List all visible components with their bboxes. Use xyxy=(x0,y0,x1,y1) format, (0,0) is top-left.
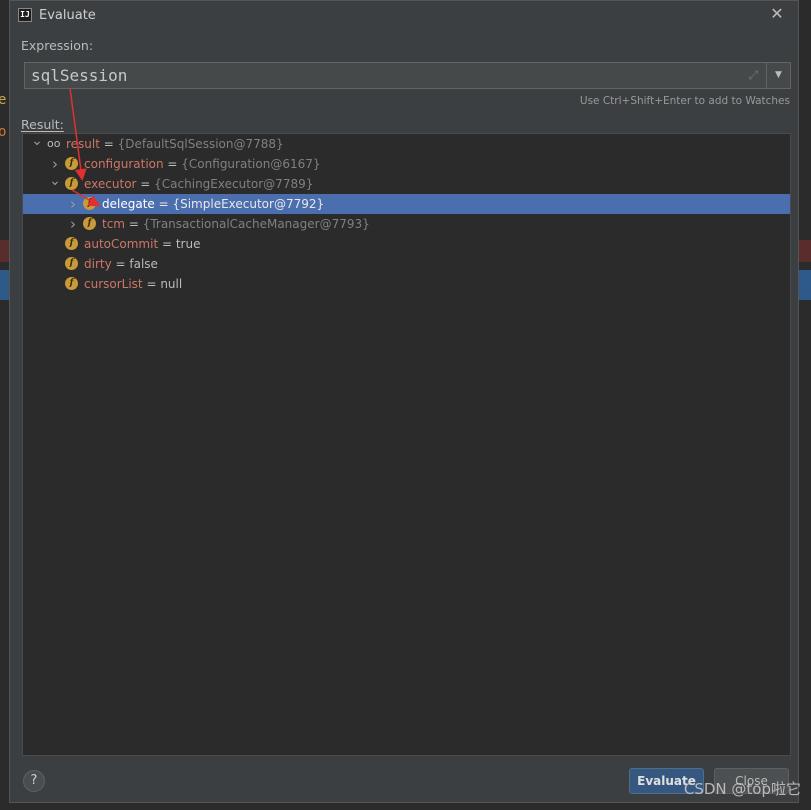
result-tree[interactable]: ⌄ oo result = {DefaultSqlSession@7788} › f co… xyxy=(22,133,791,756)
tree-row-text: executor = {CachingExecutor@7789} xyxy=(84,174,313,194)
field-name: executor xyxy=(84,177,137,191)
chevron-down-icon[interactable]: ⌄ xyxy=(49,174,61,194)
chevron-right-icon[interactable]: › xyxy=(49,154,61,174)
result-label-text: esult: xyxy=(29,117,64,132)
field-value: {CachingExecutor@7789} xyxy=(154,177,314,191)
tree-row-text: result = {DefaultSqlSession@7788} xyxy=(66,134,284,154)
history-dropdown-button[interactable]: ▼ xyxy=(766,62,791,89)
tree-row-executor[interactable]: ⌄ f executor = {CachingExecutor@7789} xyxy=(23,174,790,194)
tree-row-text: autoCommit = true xyxy=(84,234,200,254)
chevron-right-icon[interactable]: › xyxy=(67,214,79,234)
result-label: Result: xyxy=(21,117,64,132)
tree-row-delegate[interactable]: › f delegate = {SimpleExecutor@7792} xyxy=(23,194,790,214)
equals-sign: = xyxy=(99,137,118,151)
watches-hint: Use Ctrl+Shift+Enter to add to Watches xyxy=(579,95,790,107)
field-name: cursorList xyxy=(84,277,143,291)
dialog-title: Evaluate xyxy=(39,8,96,23)
bg-selection xyxy=(799,270,811,300)
close-icon[interactable]: ✕ xyxy=(768,5,786,23)
tree-row-text: configuration = {Configuration@6167} xyxy=(84,154,321,174)
expression-value[interactable]: sqlSession xyxy=(31,66,127,85)
tree-row-text: delegate = {SimpleExecutor@7792} xyxy=(102,194,324,214)
expression-label: Expression: xyxy=(21,38,94,53)
title-bar[interactable]: IJ Evaluate ✕ xyxy=(10,1,798,31)
tree-row-text: dirty = false xyxy=(84,254,158,274)
bg-glyph: o xyxy=(0,124,7,140)
field-value: {DefaultSqlSession@7788} xyxy=(117,137,284,151)
watch-glasses-icon: oo xyxy=(47,137,61,150)
equals-sign: = xyxy=(136,177,155,191)
field-icon: f xyxy=(65,277,78,290)
field-value: {SimpleExecutor@7792} xyxy=(172,197,325,211)
field-value: {TransactionalCacheManager@7793} xyxy=(142,217,370,231)
field-name: autoCommit xyxy=(84,237,159,251)
tree-row-text: tcm = {TransactionalCacheManager@7793} xyxy=(102,214,370,234)
field-name: configuration xyxy=(84,157,164,171)
result-label-mnemonic: R xyxy=(21,117,30,132)
equals-sign: = xyxy=(163,157,182,171)
expression-input[interactable]: sqlSession ⤢ xyxy=(24,62,767,89)
tree-row-text: cursorList = null xyxy=(84,274,182,294)
tree-row-dirty[interactable]: f dirty = false xyxy=(23,254,790,274)
tree-row-result[interactable]: ⌄ oo result = {DefaultSqlSession@7788} xyxy=(23,134,790,154)
field-icon: f xyxy=(65,177,78,190)
background-editor-left: e o xyxy=(0,0,9,810)
chevron-right-icon[interactable]: › xyxy=(67,194,79,214)
equals-sign: = xyxy=(142,277,161,291)
tree-row-tcm[interactable]: › f tcm = {TransactionalCacheManager@7793} xyxy=(23,214,790,234)
equals-sign: = xyxy=(125,217,143,231)
chevron-down-icon[interactable]: ⌄ xyxy=(31,134,43,154)
field-value: false xyxy=(129,257,158,271)
field-name: delegate xyxy=(102,197,155,211)
field-name: result xyxy=(66,137,100,151)
bg-glyph: e xyxy=(0,92,7,108)
field-icon: f xyxy=(65,237,78,250)
equals-sign: = xyxy=(158,237,176,251)
bg-breakpoint-line xyxy=(799,240,811,262)
background-editor-right xyxy=(799,0,811,810)
bg-breakpoint-line xyxy=(0,240,9,262)
field-icon: f xyxy=(65,257,78,270)
intellij-app-icon: IJ xyxy=(18,8,32,22)
field-name: tcm xyxy=(102,217,125,231)
equals-sign: = xyxy=(154,197,173,211)
help-button[interactable]: ? xyxy=(23,770,45,792)
tree-row-configuration[interactable]: › f configuration = {Configuration@6167} xyxy=(23,154,790,174)
bg-selection xyxy=(0,270,9,300)
field-value: true xyxy=(175,237,201,251)
field-value: null xyxy=(160,277,183,291)
watermark: CSDN @top啦它 xyxy=(683,780,801,798)
evaluate-dialog: IJ Evaluate ✕ Expression: sqlSession ⤢ ▼… xyxy=(9,0,799,803)
field-icon: f xyxy=(83,197,96,210)
field-value: {Configuration@6167} xyxy=(181,157,321,171)
tree-row-autoCommit[interactable]: f autoCommit = true xyxy=(23,234,790,254)
field-name: dirty xyxy=(84,257,112,271)
equals-sign: = xyxy=(111,257,130,271)
field-icon: f xyxy=(65,157,78,170)
expand-editor-icon[interactable]: ⤢ xyxy=(748,68,758,83)
tree-row-cursorList[interactable]: f cursorList = null xyxy=(23,274,790,294)
field-icon: f xyxy=(83,217,96,230)
